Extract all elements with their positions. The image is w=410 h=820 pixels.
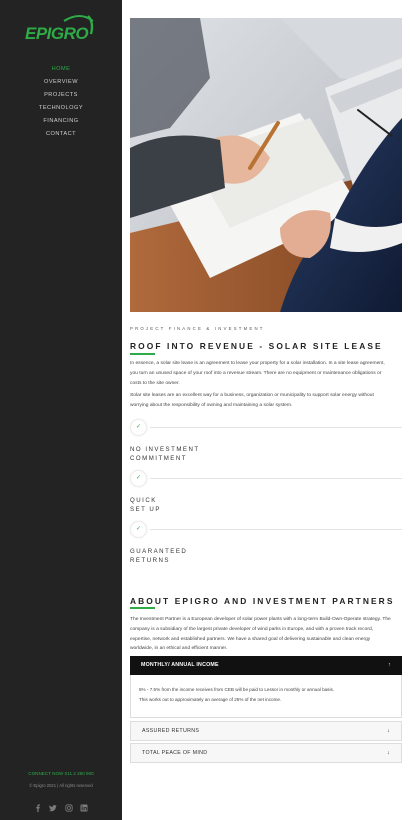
arrow-up-icon: ↑ xyxy=(388,662,391,668)
nav-item-projects[interactable]: PROJECTS xyxy=(0,91,122,104)
main-nav: HOME OVERVIEW PROJECTS TECHNOLOGY FINANC… xyxy=(0,65,122,143)
linkedin-icon[interactable] xyxy=(80,799,88,812)
feature-title: NO INVESTMENT COMMITMENT xyxy=(130,446,200,462)
accordion-header-income[interactable]: MONTHLY/ ANNUAL INCOME ↑ xyxy=(130,656,402,675)
accordion-title: MONTHLY/ ANNUAL INCOME xyxy=(141,662,219,668)
copyright: © Epigro 2021 | All rights reserved xyxy=(29,783,93,788)
title-underline xyxy=(130,607,155,609)
business-meeting-photo xyxy=(130,18,402,312)
nav-item-contact[interactable]: CONTACT xyxy=(0,130,122,143)
nav-item-technology[interactable]: TECHNOLOGY xyxy=(0,104,122,117)
section-title: ROOF INTO REVENUE - SOLAR SITE LEASE xyxy=(130,341,383,351)
sidebar: EPIGRO HOME OVERVIEW PROJECTS TECHNOLOGY… xyxy=(0,0,122,820)
divider xyxy=(150,529,402,530)
accordion-header-peace-of-mind[interactable]: TOTAL PEACE OF MIND ↓ xyxy=(130,743,402,763)
social-links xyxy=(0,794,122,812)
about-paragraph: The Investment Partner is a European dev… xyxy=(130,617,391,652)
intro-paragraph: In essence, a solar site lease is an agr… xyxy=(130,361,385,386)
divider xyxy=(150,427,402,428)
accordion-title: TOTAL PEACE OF MIND xyxy=(142,750,208,756)
connect-phone[interactable]: CONNECT NOW 011 2 280 900 xyxy=(0,771,122,776)
accordion-line: 5% - 7.5% from the income receives from … xyxy=(139,687,335,692)
accordion-body-income: 5% - 7.5% from the income receives from … xyxy=(130,675,402,718)
intro-paragraph-2: Solar site leases are an excellent way f… xyxy=(130,393,374,408)
feature-title: QUICK SET UP xyxy=(130,497,161,513)
about-title: ABOUT EPIGRO AND INVESTMENT PARTNERS xyxy=(130,596,395,606)
hero-image xyxy=(130,18,402,312)
logo[interactable]: EPIGRO xyxy=(24,12,96,43)
accordion-line: This works out to approximately an avera… xyxy=(139,697,282,702)
check-icon: ✓ xyxy=(130,521,147,538)
facebook-icon[interactable] xyxy=(34,799,42,812)
twitter-icon[interactable] xyxy=(49,799,57,812)
arrow-down-icon: ↓ xyxy=(386,750,390,756)
accordion-header-assured-returns[interactable]: ASSURED RETURNS ↓ xyxy=(130,721,402,741)
feature-title: GUARANTEED RETURNS xyxy=(130,548,188,564)
nav-item-home[interactable]: HOME xyxy=(0,65,122,78)
arrow-down-icon: ↓ xyxy=(386,728,390,734)
accordion-title: ASSURED RETURNS xyxy=(142,728,200,734)
divider xyxy=(150,478,402,479)
nav-item-overview[interactable]: OVERVIEW xyxy=(0,78,122,91)
section-eyebrow: PROJECT FINANCE & INVESTMENT xyxy=(130,326,265,331)
check-icon: ✓ xyxy=(130,419,147,436)
nav-item-financing[interactable]: FINANCING xyxy=(0,117,122,130)
title-underline xyxy=(130,353,155,355)
check-icon: ✓ xyxy=(130,470,147,487)
logo-text: EPIGRO xyxy=(25,24,89,43)
instagram-icon[interactable] xyxy=(65,799,73,812)
